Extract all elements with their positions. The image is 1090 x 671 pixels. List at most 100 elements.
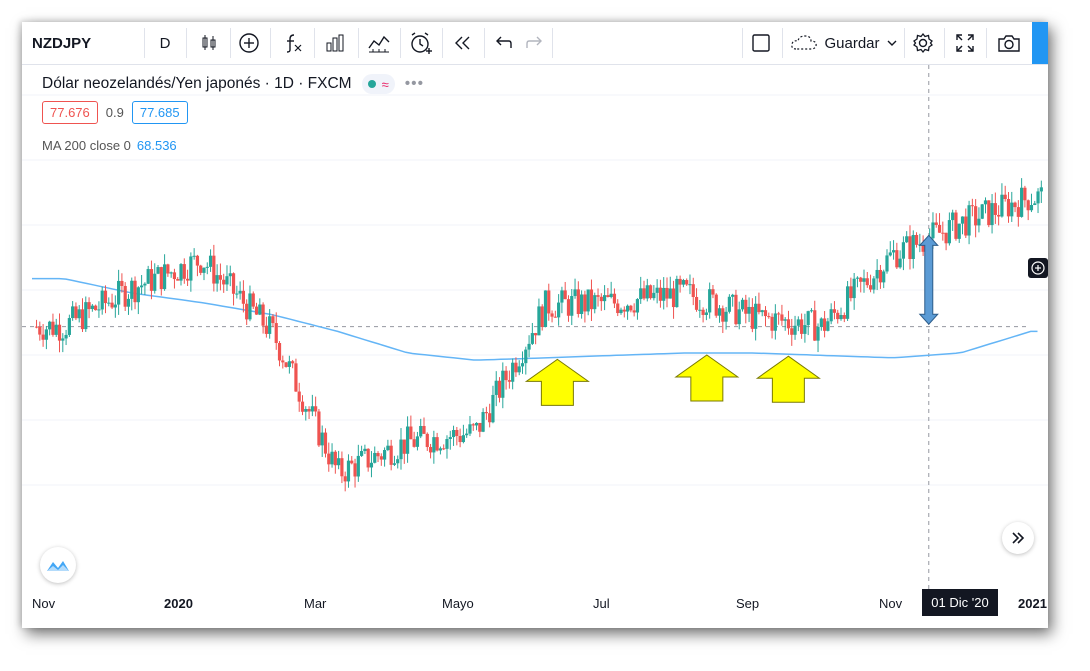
bars-icon[interactable] — [318, 22, 352, 64]
candle-body — [612, 293, 617, 304]
candle-body — [77, 309, 81, 319]
candle-body — [796, 319, 800, 326]
candle-body — [527, 343, 531, 350]
candle-body — [67, 318, 71, 335]
candle-body — [721, 308, 725, 322]
candle-body — [1029, 205, 1034, 211]
candle-body — [34, 326, 39, 328]
market-status-pill[interactable]: ≈ — [361, 74, 395, 94]
candle-body — [386, 445, 390, 451]
candle-body — [763, 310, 768, 317]
candle-body — [425, 433, 429, 448]
candle-body — [113, 304, 117, 308]
candle-body — [327, 453, 331, 465]
fx-icon[interactable] — [276, 22, 310, 64]
candle-body — [947, 220, 951, 244]
candle-body — [1010, 202, 1014, 217]
candle-body — [38, 326, 42, 335]
candle-body — [61, 338, 65, 341]
candle-body — [94, 305, 98, 311]
fullscreen-icon[interactable] — [948, 22, 982, 64]
candle-body — [937, 224, 942, 233]
candle-body — [153, 273, 157, 291]
candle-body — [566, 299, 571, 316]
add-plus-icon[interactable] — [1028, 258, 1048, 278]
candle-body — [803, 325, 807, 334]
candle-body — [488, 413, 492, 423]
candle-body — [64, 334, 68, 339]
candle-body — [583, 294, 587, 312]
add-indicator-icon[interactable] — [232, 22, 266, 64]
replay-icon[interactable] — [446, 22, 480, 64]
candle-body — [951, 212, 955, 221]
candle-body — [675, 278, 679, 308]
candle-body — [258, 304, 262, 315]
candle-body — [593, 295, 597, 310]
candle-body — [494, 380, 498, 395]
candle-body — [599, 296, 603, 302]
candle-body — [931, 222, 935, 239]
candle-body — [530, 333, 534, 344]
redo-icon[interactable] — [520, 22, 550, 64]
candles-icon[interactable] — [192, 22, 226, 64]
candle-body — [497, 380, 502, 398]
scroll-to-realtime-button[interactable] — [1002, 522, 1034, 554]
candle-body — [731, 294, 735, 297]
undo-icon[interactable] — [488, 22, 518, 64]
candle-body — [823, 318, 827, 331]
candle-body — [524, 349, 528, 364]
buy-price-button[interactable]: 77.685 — [131, 101, 188, 124]
save-button[interactable]: Guardar — [786, 22, 902, 64]
candle-body — [350, 460, 354, 464]
candle-body — [317, 411, 321, 446]
candle-body — [606, 295, 610, 297]
candle-body — [800, 319, 804, 334]
candle-body — [268, 316, 272, 334]
candle-body — [960, 216, 965, 224]
candle-body — [54, 324, 58, 335]
settings-icon[interactable] — [906, 22, 940, 64]
candle-body — [780, 314, 784, 321]
candle-body — [997, 214, 1001, 217]
candle-body — [537, 306, 541, 336]
market-open-dot — [367, 80, 376, 88]
tradingview-logo-icon[interactable] — [40, 547, 76, 583]
sell-price-button[interactable]: 77.676 — [42, 101, 98, 124]
side-panel-edge[interactable] — [1032, 22, 1048, 64]
candle-body — [1006, 199, 1011, 217]
candle-body — [71, 306, 75, 319]
instrument-title[interactable]: Dólar neozelandés/Yen japonés · 1D · FXC… — [42, 75, 352, 93]
candle-body — [208, 255, 213, 267]
alert-icon[interactable] — [404, 22, 438, 64]
candle-body — [1016, 207, 1020, 217]
more-options-icon[interactable]: ••• — [405, 75, 424, 93]
candle-body — [740, 299, 745, 310]
candle-body — [274, 323, 278, 344]
candle-body — [872, 278, 876, 290]
candle-body — [625, 305, 630, 312]
candle-body — [842, 315, 846, 319]
candle-body — [117, 280, 121, 305]
candle-body — [511, 362, 515, 382]
layout-icon[interactable] — [744, 22, 778, 64]
cloud-icon — [791, 35, 818, 50]
candle-body — [478, 422, 482, 432]
symbol-search-button[interactable]: NZDJPY — [32, 22, 142, 64]
candle-body — [642, 288, 646, 299]
candle-body — [353, 463, 357, 477]
candle-body — [839, 315, 843, 320]
ma-indicator-legend[interactable]: MA 200 close 0 68.536 — [42, 138, 177, 153]
candle-body — [596, 295, 600, 297]
candle-body — [166, 264, 170, 274]
candle-body — [405, 426, 410, 454]
interval-button[interactable]: D — [148, 22, 182, 64]
compare-icon[interactable] — [362, 22, 396, 64]
candle-body — [885, 255, 889, 272]
candle-body — [136, 287, 140, 303]
candle-body — [248, 293, 252, 320]
candle-body — [754, 303, 758, 329]
candle-body — [330, 451, 334, 465]
candle-body — [176, 279, 180, 281]
camera-icon[interactable] — [992, 22, 1026, 64]
yellow-arrow-up-icon — [524, 358, 590, 406]
